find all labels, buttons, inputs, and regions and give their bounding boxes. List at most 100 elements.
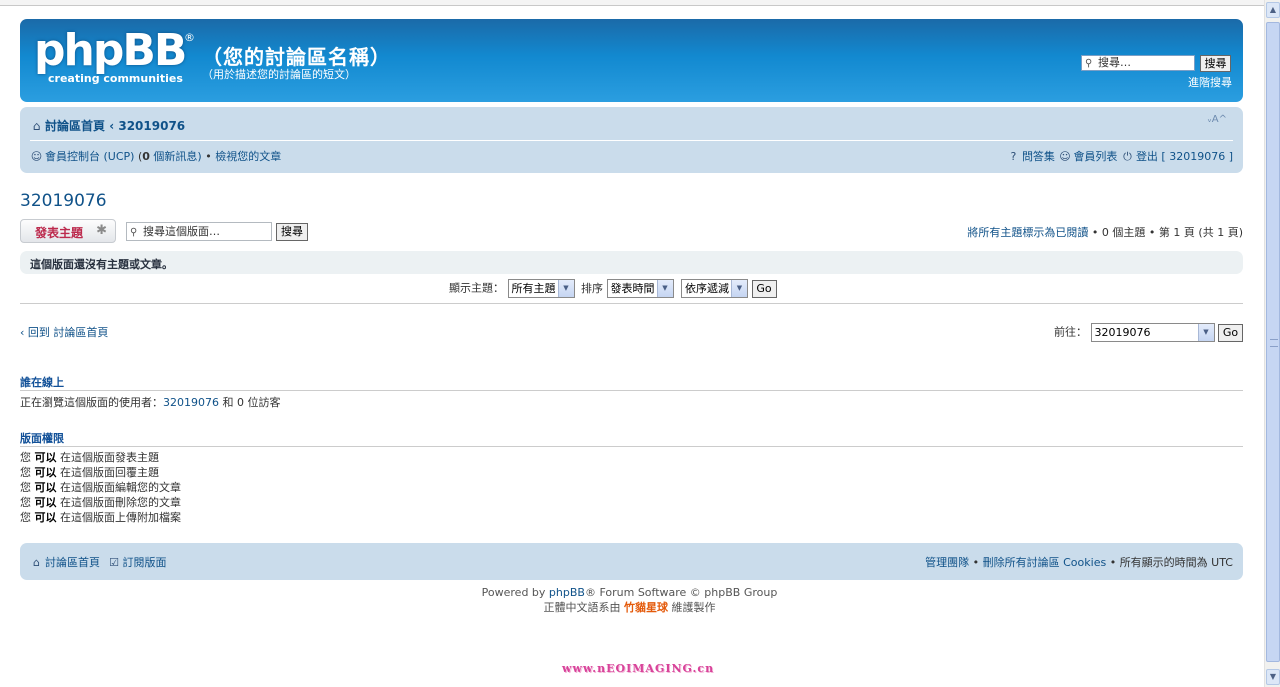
translation-credit: 正體中文語系由 竹貓星球 維護製作	[0, 600, 1259, 615]
permission-text: 在這個版面上傳附加檔案	[60, 511, 181, 524]
sort-go-button[interactable]: Go	[751, 279, 777, 298]
memberlist-link[interactable]: 會員列表	[1073, 150, 1117, 163]
powered-by: Powered by phpBB® Forum Software © phpBB…	[0, 585, 1259, 600]
you-text: 您	[20, 511, 31, 524]
permission-text: 在這個版面發表主題	[60, 451, 159, 464]
view-own-posts-link[interactable]: 檢視您的文章	[215, 150, 281, 163]
scroll-down-icon[interactable]: ▼	[1266, 669, 1280, 685]
permission-item: 您 可以 在這個版面發表主題	[20, 450, 181, 465]
sort-by-value: 發表時間	[610, 282, 655, 295]
chevron-down-icon: ▼	[656, 280, 673, 297]
pm-count[interactable]: 0	[142, 150, 150, 163]
scroll-up-icon[interactable]: ▲	[1266, 2, 1280, 18]
jump-label: 前往：	[1054, 325, 1087, 339]
faq-link[interactable]: 問答集	[1022, 150, 1055, 163]
header-search-input[interactable]: ⚲ 搜尋…	[1081, 55, 1195, 71]
breadcrumb-current-forum[interactable]: 32019076	[118, 119, 185, 133]
who-is-online-heading[interactable]: 誰在線上	[20, 374, 64, 390]
chevron-left-icon: ‹	[20, 326, 28, 339]
sort-bar: 顯示主題： 所有主題 ▼ 排序 發表時間 ▼ 依序遞減 ▼ Go	[20, 278, 1243, 300]
footer-left: ⌂ 討論區首頁 ☑ 訂閱版面	[30, 554, 167, 570]
you-text: 您	[20, 496, 31, 509]
new-topic-button[interactable]: 發表主題 ✱	[20, 219, 116, 243]
watermark: www.nEOIMAGING.cn	[562, 662, 715, 675]
permissions-heading: 版面權限	[20, 432, 64, 445]
members-icon: ☺	[1059, 150, 1071, 163]
footer-home-link[interactable]: 討論區首頁	[45, 556, 100, 569]
permission-item: 您 可以 在這個版面刪除您的文章	[20, 495, 181, 510]
logo-registered-mark: ®	[184, 31, 195, 44]
section-divider	[20, 446, 1243, 447]
bullet: •	[1109, 556, 1117, 569]
translation-prefix: 正體中文語系由	[543, 601, 624, 614]
forum-search-placeholder: 搜尋這個版面…	[143, 225, 220, 238]
translator-link[interactable]: 竹貓星球	[624, 601, 668, 614]
user-menu-right: ? 問答集 ☺ 會員列表 ⏻ 登出 [ 32019076 ]	[1007, 148, 1233, 164]
breadcrumb-home[interactable]: 討論區首頁	[45, 119, 105, 133]
scrollbar-thumb[interactable]	[1266, 22, 1280, 662]
bullet: •	[1091, 226, 1099, 239]
sort-order-select[interactable]: 依序遞減 ▼	[681, 279, 748, 298]
display-topics-value: 所有主題	[511, 282, 556, 295]
forum-title[interactable]: 32019076	[20, 191, 107, 211]
vertical-scrollbar[interactable]: ▲ ▼	[1264, 0, 1280, 687]
can-text: 可以	[34, 481, 57, 494]
can-text: 可以	[34, 511, 57, 524]
ucp-link[interactable]: 會員控制台 (UCP)	[45, 150, 134, 163]
return-to-index-link[interactable]: ‹ 回到 討論區首頁	[20, 324, 108, 340]
online-text: 正在瀏覽這個版面的使用者：32019076 和 0 位訪客	[20, 395, 281, 410]
subscribe-forum-link[interactable]: 訂閱版面	[123, 556, 167, 569]
footer-navbar: ⌂ 討論區首頁 ☑ 訂閱版面 管理團隊 • 刪除所有討論區 Cookies • 所有…	[20, 543, 1243, 580]
bullet: •	[972, 556, 980, 569]
navbar: ⌂ 討論區首頁 ‹ 32019076 ᵥA^ ☺ 會員控制台 (UCP) (0 個新…	[20, 107, 1243, 173]
online-user-link[interactable]: 32019076	[163, 396, 219, 409]
chevron-down-icon: ▼	[1197, 324, 1214, 341]
mark-all-read-link[interactable]: 將所有主題標示為已閱讀	[967, 226, 1088, 239]
can-text: 可以	[34, 451, 57, 464]
permission-text: 在這個版面刪除您的文章	[60, 496, 181, 509]
topic-count: 0 個主題	[1101, 226, 1146, 239]
online-prefix: 正在瀏覽這個版面的使用者：	[20, 396, 163, 409]
section-divider	[20, 390, 1243, 391]
translation-suffix: 維護製作	[668, 601, 716, 614]
header-search-button[interactable]: 搜尋	[1200, 55, 1231, 72]
sort-by-select[interactable]: 發表時間 ▼	[606, 279, 674, 298]
you-text: 您	[20, 451, 31, 464]
you-text: 您	[20, 466, 31, 479]
can-text: 可以	[34, 496, 57, 509]
font-size-toggle-icon[interactable]: ᵥA^	[1208, 114, 1227, 125]
permission-text: 在這個版面編輯您的文章	[60, 481, 181, 494]
chevron-down-icon: ▼	[731, 280, 747, 297]
powered-suffix: ® Forum Software © phpBB Group	[584, 586, 778, 599]
jump-select[interactable]: 32019076 ▼	[1090, 323, 1215, 342]
display-topics-select[interactable]: 所有主題 ▼	[507, 279, 575, 298]
permission-item: 您 可以 在這個版面上傳附加檔案	[20, 510, 181, 525]
grip-icon	[1270, 339, 1278, 347]
navbar-divider	[30, 140, 1233, 141]
site-header: phpBB ® creating communities （您的討論區名稱） （…	[20, 19, 1243, 102]
permission-item: 您 可以 在這個版面編輯您的文章	[20, 480, 181, 495]
pm-link[interactable]: 個新訊息)	[150, 150, 201, 163]
bullet: •	[205, 150, 212, 163]
jump-go-button[interactable]: Go	[1218, 323, 1243, 342]
no-topics-notice: 這個版面還沒有主題或文章。	[20, 251, 1243, 274]
home-icon: ⌂	[33, 556, 40, 569]
logout-link[interactable]: 登出 [ 32019076 ]	[1136, 150, 1233, 163]
home-icon: ⌂	[32, 119, 41, 133]
pagination: 將所有主題標示為已閱讀 • 0 個主題 • 第 1 頁 (共 1 頁)	[967, 224, 1243, 240]
team-link[interactable]: 管理團隊	[925, 556, 969, 569]
permission-item: 您 可以 在這個版面回覆主題	[20, 465, 181, 480]
new-topic-label: 發表主題	[35, 226, 84, 240]
site-description: （用於描述您的討論區的短文）	[202, 68, 356, 81]
advanced-search-link[interactable]: 進階搜尋	[1188, 74, 1232, 90]
delete-cookies-link[interactable]: 刪除所有討論區 Cookies	[983, 556, 1107, 569]
can-text: 可以	[34, 466, 57, 479]
search-icon: ⚲	[130, 227, 138, 238]
phpbb-logo[interactable]: phpBB ® creating communities	[34, 29, 195, 89]
forum-search-input[interactable]: ⚲ 搜尋這個版面…	[126, 222, 272, 241]
return-link-label: 回到 討論區首頁	[27, 326, 109, 339]
forum-search-button[interactable]: 搜尋	[276, 223, 308, 241]
power-icon: ⏻	[1123, 150, 1132, 163]
copyright: Powered by phpBB® Forum Software © phpBB…	[0, 585, 1259, 615]
phpbb-link[interactable]: phpBB	[549, 586, 585, 599]
